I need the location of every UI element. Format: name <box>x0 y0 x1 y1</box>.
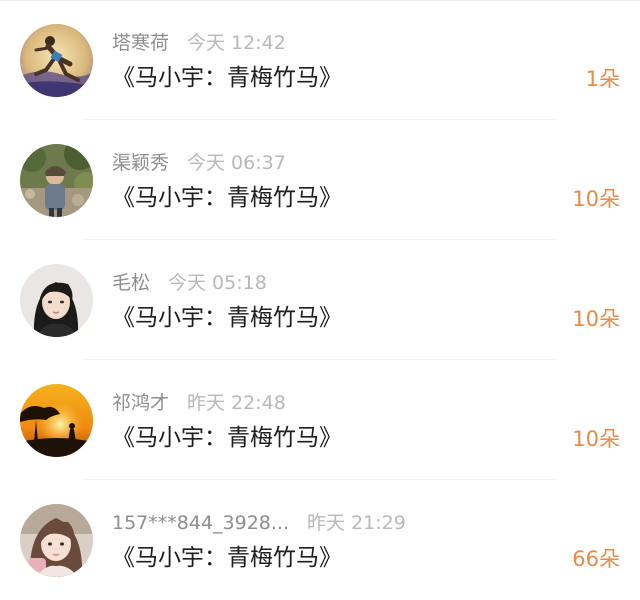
item-meta: 祁鸿才 昨天 22:48 <box>112 390 286 416</box>
flower-count: 10朵 <box>572 307 620 331</box>
item-meta: 渠颖秀 今天 06:37 <box>112 150 286 176</box>
girl-portrait-avatar <box>20 264 93 337</box>
timestamp: 今天 05:18 <box>168 272 267 294</box>
user-name[interactable]: 渠颖秀 <box>112 152 169 174</box>
item-title[interactable]: 《马小宇：青梅竹马》 <box>112 182 342 214</box>
timestamp: 今天 12:42 <box>187 32 286 54</box>
user-name[interactable]: 157***844_3928... <box>112 512 289 534</box>
user-name[interactable]: 毛松 <box>112 272 150 294</box>
user-name[interactable]: 塔寒荷 <box>112 32 169 54</box>
list-item[interactable]: 渠颖秀 今天 06:37 《马小宇：青梅竹马》 10朵 <box>0 120 640 240</box>
list-item[interactable]: 祁鸿才 昨天 22:48 《马小宇：青梅竹马》 10朵 <box>0 360 640 480</box>
item-title[interactable]: 《马小宇：青梅竹马》 <box>112 62 342 94</box>
avatar[interactable] <box>20 384 93 457</box>
sunset-silhouette-avatar <box>20 384 93 457</box>
runner-painting-avatar <box>20 24 93 97</box>
flower-count: 66朵 <box>572 547 620 571</box>
avatar[interactable] <box>20 504 93 577</box>
item-meta: 塔寒荷 今天 12:42 <box>112 30 286 56</box>
flower-count: 10朵 <box>572 427 620 451</box>
avatar[interactable] <box>20 144 93 217</box>
girl-selfie-avatar <box>20 504 93 577</box>
list-item[interactable]: 毛松 今天 05:18 《马小宇：青梅竹马》 10朵 <box>0 240 640 360</box>
timestamp: 今天 06:37 <box>187 152 286 174</box>
item-title[interactable]: 《马小宇：青梅竹马》 <box>112 422 342 454</box>
flower-count: 1朵 <box>585 67 620 91</box>
item-meta: 毛松 今天 05:18 <box>112 270 267 296</box>
item-meta: 157***844_3928... 昨天 21:29 <box>112 510 406 536</box>
item-title[interactable]: 《马小宇：青梅竹马》 <box>112 302 342 334</box>
list-item[interactable]: 157***844_3928... 昨天 21:29 《马小宇：青梅竹马》 66朵 <box>0 480 640 600</box>
timestamp: 昨天 21:29 <box>307 512 406 534</box>
avatar[interactable] <box>20 24 93 97</box>
avatar[interactable] <box>20 264 93 337</box>
item-title[interactable]: 《马小宇：青梅竹马》 <box>112 542 342 574</box>
timestamp: 昨天 22:48 <box>187 392 286 414</box>
list-item[interactable]: 塔寒荷 今天 12:42 《马小宇：青梅竹马》 1朵 <box>0 0 640 120</box>
user-name[interactable]: 祁鸿才 <box>112 392 169 414</box>
girl-in-garden-avatar <box>20 144 93 217</box>
flower-count: 10朵 <box>572 187 620 211</box>
